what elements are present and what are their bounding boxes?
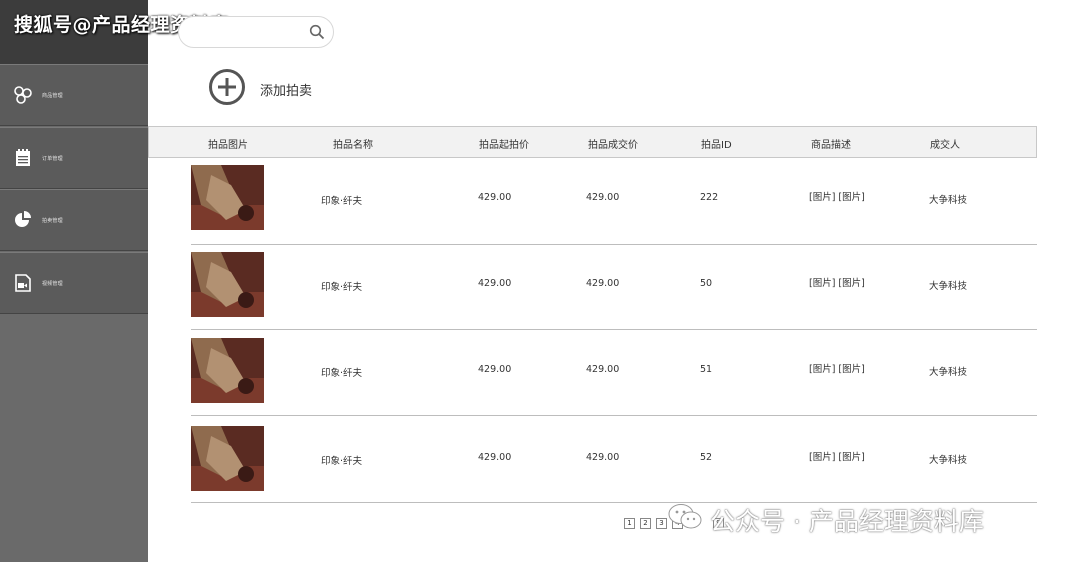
cell-buyer: 大争科技 [929,455,968,466]
auction-thumbnail [191,252,264,317]
cell-deal-price: 429.00 [586,192,620,203]
sidebar-item-videos[interactable]: 视频管理 [0,252,148,314]
cell-name: 印象·纤夫 [321,282,363,293]
auction-thumbnail [191,165,264,230]
cell-name: 印象·纤夫 [321,368,363,379]
header-image: 拍品图片 [208,140,248,151]
sidebar-item-label: 视频管理 [42,280,63,287]
table-row[interactable]: 印象·纤夫 429.00 429.00 51 [图片] [图片] 大争科技 [191,329,1037,416]
watermark-bottom: 公众号 · 产品经理资料库 [668,502,984,538]
cell-deal-price: 429.00 [586,364,620,375]
sidebar-item-orders[interactable]: 订单管理 [0,127,148,189]
cell-id: 52 [700,452,713,463]
cell-desc[interactable]: [图片] [图片] [809,449,865,463]
plus-circle-icon [208,68,246,110]
cell-id: 50 [700,278,713,289]
header-desc: 商品描述 [811,140,851,151]
video-file-icon [12,272,34,294]
header-deal-price: 拍品成交价 [588,140,638,151]
sidebar-item-label: 拍卖管理 [42,217,63,224]
cell-start-price: 429.00 [478,278,512,289]
header-start-price: 拍品起拍价 [479,140,529,151]
sidebar: 商品管理 订单管理 拍卖管理 视频管理 [0,0,148,562]
header-buyer: 成交人 [930,140,960,151]
cell-buyer: 大争科技 [929,281,968,292]
sidebar-item-auctions[interactable]: 拍卖管理 [0,189,148,251]
search-box[interactable] [178,16,334,48]
auction-thumbnail [191,426,264,491]
search-input[interactable] [193,23,303,43]
add-auction-label: 添加拍卖 [260,83,313,99]
cell-start-price: 429.00 [478,364,512,375]
cell-start-price: 429.00 [478,192,512,203]
sidebar-item-products[interactable]: 商品管理 [0,64,148,126]
search-icon[interactable] [309,24,325,44]
header-name: 拍品名称 [333,140,373,151]
wechat-icon [668,503,702,537]
cell-desc[interactable]: [图片] [图片] [809,189,865,203]
header-id: 拍品ID [701,140,732,151]
cell-start-price: 429.00 [478,452,512,463]
cell-deal-price: 429.00 [586,278,620,289]
auction-thumbnail [191,338,264,403]
pie-chart-icon [12,209,34,231]
page-2-button[interactable]: 2 [640,518,651,529]
cell-name: 印象·纤夫 [321,456,363,467]
cell-id: 51 [700,364,713,375]
table-row[interactable]: 印象·纤夫 429.00 429.00 52 [图片] [图片] 大争科技 [191,416,1037,503]
table-header: 拍品图片 拍品名称 拍品起拍价 拍品成交价 拍品ID 商品描述 成交人 [148,126,1037,158]
cell-name: 印象·纤夫 [321,196,363,207]
table-row[interactable]: 印象·纤夫 429.00 429.00 222 [图片] [图片] 大争科技 [191,158,1037,245]
cell-buyer: 大争科技 [929,195,968,206]
cell-deal-price: 429.00 [586,452,620,463]
sidebar-item-label: 商品管理 [42,92,63,99]
page-1-button[interactable]: 1 [624,518,635,529]
cell-buyer: 大争科技 [929,367,968,378]
cubes-icon [12,84,34,106]
cell-desc[interactable]: [图片] [图片] [809,361,865,375]
add-auction-button[interactable]: 添加拍卖 [208,68,312,110]
page-3-button[interactable]: 3 [656,518,667,529]
cell-desc[interactable]: [图片] [图片] [809,275,865,289]
cell-id: 222 [700,192,719,203]
table-row[interactable]: 印象·纤夫 429.00 429.00 50 [图片] [图片] 大争科技 [191,243,1037,330]
notepad-icon [12,147,34,169]
watermark-bottom-text: 公众号 · 产品经理资料库 [710,507,984,536]
sidebar-item-label: 订单管理 [42,155,63,162]
